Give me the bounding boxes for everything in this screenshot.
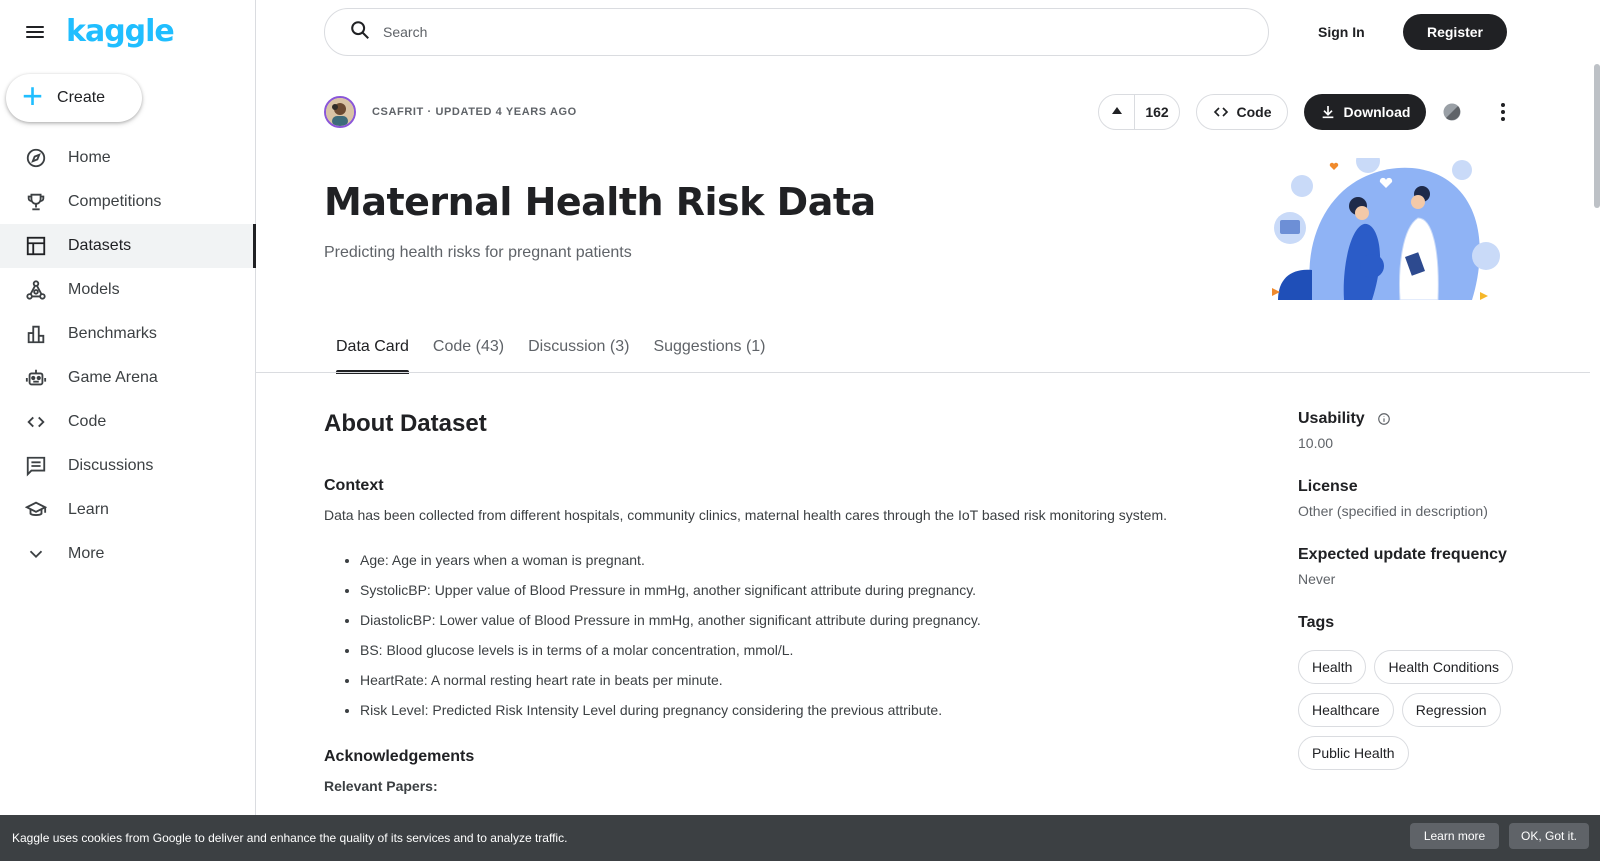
usability-value: 10.00 <box>1298 435 1334 451</box>
context-heading: Context <box>324 477 384 494</box>
register-button[interactable]: Register <box>1403 14 1507 50</box>
tag-health-conditions[interactable]: Health Conditions <box>1374 650 1513 684</box>
license-value: Other (specified in description) <box>1298 503 1488 519</box>
search-icon <box>349 19 371 46</box>
tag-healthcare[interactable]: Healthcare <box>1298 693 1394 727</box>
comment-icon <box>24 454 48 478</box>
sidebar-item-label: Benchmarks <box>68 325 157 342</box>
owner-avatar[interactable] <box>324 96 356 128</box>
sidebar-item-more[interactable]: More <box>0 532 256 576</box>
school-icon <box>24 498 48 522</box>
upvote-button[interactable] <box>1099 95 1135 129</box>
tab-code[interactable]: Code (43) <box>421 330 516 374</box>
acknowledgements-heading: Acknowledgements <box>324 748 475 765</box>
create-label: Create <box>57 89 106 106</box>
context-text: Data has been collected from different h… <box>324 507 1168 523</box>
sidebar-item-models[interactable]: Models <box>0 268 256 312</box>
sidebar-item-competitions[interactable]: Competitions <box>0 180 256 224</box>
dataset-tabs: Data Card Code (43) Discussion (3) Sugge… <box>324 330 778 374</box>
sidebar-item-label: Learn <box>68 501 109 518</box>
owner-updated-line[interactable]: CSAFRIT · UPDATED 4 YEARS AGO <box>372 106 577 118</box>
sidebar-nav: Home Competitions Datasets Models Benchm… <box>0 136 256 576</box>
download-button-label: Download <box>1343 104 1411 120</box>
bar-chart-icon <box>24 322 48 346</box>
sidebar-item-datasets[interactable]: Datasets <box>0 224 256 268</box>
tab-data-card[interactable]: Data Card <box>324 330 421 374</box>
robot-icon <box>24 366 48 390</box>
update-frequency-label: Expected update frequency <box>1298 546 1507 563</box>
download-icon <box>1320 104 1336 120</box>
brand: kaggle <box>24 14 175 50</box>
list-item: BS: Blood glucose levels is in terms of … <box>360 640 1224 670</box>
sidebar-item-label: Code <box>68 413 107 430</box>
compass-icon <box>24 146 48 170</box>
sidebar-item-label: Competitions <box>68 193 162 210</box>
code-button-label: Code <box>1236 104 1272 120</box>
sidebar-item-label: Game Arena <box>68 369 158 386</box>
sidebar-item-discussions[interactable]: Discussions <box>0 444 256 488</box>
vote-count: 162 <box>1145 104 1169 120</box>
sidebar-item-benchmarks[interactable]: Benchmarks <box>0 312 256 356</box>
sidebar-item-label: Home <box>68 149 111 166</box>
sidebar-item-label: Discussions <box>68 457 154 474</box>
list-item: DiastolicBP: Lower value of Blood Pressu… <box>360 610 1224 640</box>
kaggle-logo[interactable]: kaggle <box>66 17 175 47</box>
ok-got-it-button[interactable]: OK, Got it. <box>1509 823 1589 849</box>
tag-public-health[interactable]: Public Health <box>1298 736 1409 770</box>
cookie-message: Kaggle uses cookies from Google to deliv… <box>12 831 568 845</box>
chevron-down-icon <box>24 542 48 566</box>
sidebar: kaggle + Create Home Competitions Datase… <box>0 0 256 861</box>
sidebar-item-code[interactable]: Code <box>0 400 256 444</box>
cookie-banner: Kaggle uses cookies from Google to deliv… <box>0 815 1600 861</box>
create-button[interactable]: + Create <box>6 74 142 122</box>
dataset-title: Maternal Health Risk Data <box>324 180 876 224</box>
hamburger-menu-icon[interactable] <box>24 21 46 43</box>
sidebar-item-label: More <box>68 545 105 562</box>
list-item: SystolicBP: Upper value of Blood Pressur… <box>360 580 1224 610</box>
code-icon <box>1213 104 1229 120</box>
search-input[interactable] <box>381 23 1181 41</box>
learn-more-button[interactable]: Learn more <box>1410 823 1499 849</box>
list-item: HeartRate: A normal resting heart rate i… <box>360 670 1224 700</box>
code-icon <box>24 410 48 434</box>
vote-widget: 162 <box>1098 94 1180 130</box>
tab-discussion[interactable]: Discussion (3) <box>516 330 641 374</box>
search-bar[interactable] <box>324 8 1269 56</box>
more-options-icon[interactable] <box>1491 100 1515 124</box>
models-icon <box>24 278 48 302</box>
scrollbar-thumb[interactable] <box>1594 64 1600 208</box>
sidebar-item-home[interactable]: Home <box>0 136 256 180</box>
sidebar-item-game-arena[interactable]: Game Arena <box>0 356 256 400</box>
sidebar-item-learn[interactable]: Learn <box>0 488 256 532</box>
dataset-cover-illustration <box>1272 149 1504 301</box>
download-button[interactable]: Download <box>1304 94 1426 130</box>
tab-suggestions[interactable]: Suggestions (1) <box>641 330 777 374</box>
sidebar-item-label: Models <box>68 281 120 298</box>
about-dataset-heading: About Dataset <box>324 410 487 437</box>
license-label: License <box>1298 478 1358 495</box>
plus-icon: + <box>22 75 44 116</box>
theme-toggle-icon[interactable] <box>1442 102 1462 122</box>
table-icon <box>24 234 48 258</box>
attribute-list: Age: Age in years when a woman is pregna… <box>324 550 1224 730</box>
tag-regression[interactable]: Regression <box>1401 693 1501 727</box>
dataset-subtitle: Predicting health risks for pregnant pat… <box>324 244 632 261</box>
arrow-up-icon <box>1111 103 1123 121</box>
update-frequency-value: Never <box>1298 571 1336 587</box>
sidebar-item-label: Datasets <box>68 237 132 254</box>
tags-list: Health Health Conditions Healthcare Regr… <box>1298 650 1538 770</box>
tag-health[interactable]: Health <box>1298 650 1367 684</box>
usability-label-text: Usability <box>1298 410 1365 427</box>
sign-in-link[interactable]: Sign In <box>1310 14 1373 50</box>
list-item: Risk Level: Predicted Risk Intensity Lev… <box>360 700 1224 730</box>
code-button[interactable]: Code <box>1196 94 1288 130</box>
info-icon[interactable] <box>1377 412 1391 426</box>
relevant-papers-label: Relevant Papers: <box>324 778 438 794</box>
list-item: Age: Age in years when a woman is pregna… <box>360 550 1224 580</box>
tabs-divider <box>256 372 1590 373</box>
tags-label: Tags <box>1298 614 1335 631</box>
usability-label: Usability <box>1298 410 1391 428</box>
trophy-icon <box>24 190 48 214</box>
